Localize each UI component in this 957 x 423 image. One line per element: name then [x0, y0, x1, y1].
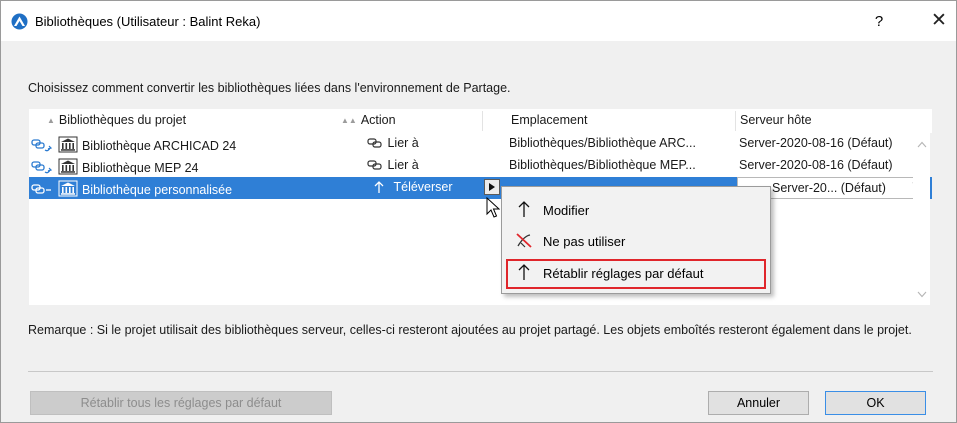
action-value: Lier à: [387, 136, 419, 150]
footer-divider: [28, 371, 933, 372]
library-icon: [58, 158, 78, 178]
link-icon: [367, 159, 384, 175]
table-row[interactable]: Bibliothèque MEP 24 Lier à Bibliothèques…: [29, 155, 932, 177]
library-name: Bibliothèque personnalisée: [81, 183, 233, 197]
table-row-selected[interactable]: Bibliothèque personnalisée Téléverser Se…: [29, 177, 932, 199]
link-status-icon: [31, 182, 55, 200]
library-name: Bibliothèque MEP 24: [81, 161, 199, 175]
menu-item-ne-pas-utiliser[interactable]: Ne pas utiliser: [506, 227, 766, 257]
sort-ascending-icon: ▲▲: [341, 116, 357, 125]
host-dropdown-value: Server-20... (Défaut): [772, 181, 886, 195]
sort-ascending-icon: ▲: [47, 116, 55, 125]
table-header: ▲ Bibliothèques du projet ▲▲ Action Emplac…: [29, 109, 932, 133]
link-icon: [367, 137, 384, 153]
menu-item-modifier[interactable]: Modifier: [506, 196, 766, 226]
up-arrow-icon: [514, 200, 534, 220]
library-icon: [58, 180, 78, 200]
column-header-action[interactable]: ▲▲ Action: [341, 113, 396, 127]
action-context-menu: Modifier Ne pas utiliser Rétablir réglag…: [501, 186, 771, 294]
column-header-location[interactable]: Emplacement: [511, 113, 587, 127]
menu-item-retablir-reglages[interactable]: Rétablir réglages par défaut: [506, 259, 766, 289]
play-triangle-icon: [489, 183, 495, 191]
no-use-icon: [514, 231, 534, 251]
window-title: Bibliothèques (Utilisateur : Balint Reka…: [35, 14, 261, 29]
archicad-app-icon: [11, 13, 28, 30]
scroll-down-icon[interactable]: [915, 289, 928, 302]
column-divider[interactable]: [482, 111, 483, 131]
upload-arrow-icon: [372, 180, 386, 197]
libraries-table: ▲ Bibliothèques du projet ▲▲ Action Emplac…: [28, 108, 932, 306]
table-row[interactable]: Bibliothèque ARCHICAD 24 Lier à Biblioth…: [29, 133, 932, 155]
action-value: Lier à: [387, 158, 419, 172]
close-button[interactable]: ✕: [926, 8, 952, 34]
up-arrow-icon: [514, 263, 534, 283]
column-header-library[interactable]: ▲ Bibliothèques du projet: [47, 113, 186, 127]
host-value: Server-2020-08-16 (Défaut): [739, 158, 893, 172]
libraries-dialog: Bibliothèques (Utilisateur : Balint Reka…: [0, 0, 957, 423]
instruction-text: Choisissez comment convertir les bibliot…: [28, 81, 511, 95]
table-scrollbar[interactable]: [913, 133, 930, 305]
reset-all-button[interactable]: Rétablir tous les réglages par défaut: [30, 391, 332, 415]
library-name: Bibliothèque ARCHICAD 24: [81, 139, 237, 153]
link-status-icon: [31, 138, 55, 156]
column-header-host[interactable]: Serveur hôte: [740, 113, 812, 127]
action-value: Téléverser: [393, 180, 453, 194]
cancel-button[interactable]: Annuler: [708, 391, 809, 415]
title-bar: Bibliothèques (Utilisateur : Balint Reka…: [1, 1, 956, 41]
library-icon: [58, 136, 78, 156]
ok-button[interactable]: OK: [825, 391, 926, 415]
location-value: Bibliothèques/Bibliothèque ARC...: [509, 136, 696, 150]
scroll-up-icon[interactable]: [915, 139, 928, 152]
help-button[interactable]: ?: [867, 10, 891, 34]
mouse-cursor-icon: [486, 196, 501, 222]
host-value: Server-2020-08-16 (Défaut): [739, 136, 893, 150]
location-value: Bibliothèques/Bibliothèque MEP...: [509, 158, 696, 172]
remark-text: Remarque : Si le projet utilisait des bi…: [28, 323, 912, 337]
link-status-icon: [31, 160, 55, 178]
action-menu-button[interactable]: [484, 179, 500, 195]
column-divider[interactable]: [735, 111, 736, 131]
